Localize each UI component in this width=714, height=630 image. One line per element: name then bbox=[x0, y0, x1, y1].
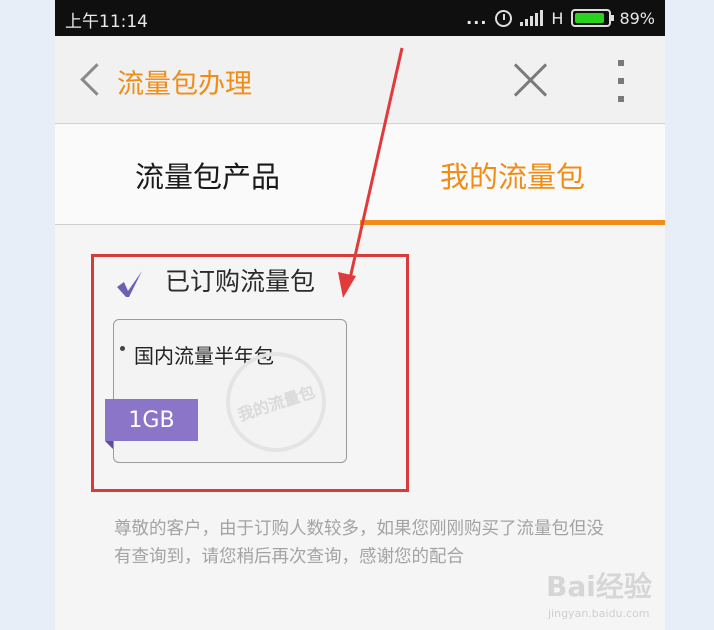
stamp-watermark: 我的流量包 bbox=[226, 352, 326, 452]
watermark-site: jingyan.baidu.com bbox=[548, 607, 650, 620]
badge-fold bbox=[105, 441, 113, 449]
back-button[interactable] bbox=[77, 62, 107, 98]
baidu-watermark: Bai经验 jingyan.baidu.com bbox=[546, 565, 706, 625]
checkmark-icon bbox=[117, 271, 142, 297]
alarm-icon bbox=[495, 9, 513, 27]
status-icons: ... H 89% bbox=[466, 6, 655, 30]
more-options-button[interactable] bbox=[615, 60, 627, 102]
package-size-badge: 1GB bbox=[105, 399, 198, 441]
bullet-icon bbox=[120, 346, 125, 351]
battery-icon bbox=[571, 9, 615, 27]
tab-products[interactable]: 流量包产品 bbox=[55, 125, 360, 225]
watermark-logo: Bai经验 bbox=[546, 570, 652, 603]
status-bar: 上午11:14 ... H 89% bbox=[55, 0, 665, 36]
close-button[interactable] bbox=[511, 60, 551, 100]
status-time: 上午11:14 bbox=[65, 12, 148, 32]
stamp-text: 我的流量包 bbox=[235, 382, 318, 425]
tab-bar: 流量包产品 我的流量包 bbox=[55, 125, 665, 225]
tab-my-packages[interactable]: 我的流量包 bbox=[360, 125, 665, 225]
notification-dots-icon: ... bbox=[466, 8, 488, 28]
network-type: H bbox=[551, 8, 564, 28]
page-title: 流量包办理 bbox=[117, 69, 252, 100]
package-card[interactable]: 国内流量半年包 我的流量包 bbox=[113, 319, 347, 463]
notice-text: 尊敬的客户，由于订购人数较多，如果您刚刚购买了流量包但没有查询到，请您稍后再次查… bbox=[114, 519, 604, 567]
app-bar: 流量包办理 bbox=[55, 36, 665, 124]
signal-icon bbox=[520, 10, 544, 26]
section-title: 已订购流量包 bbox=[165, 267, 316, 296]
battery-percent: 89% bbox=[619, 8, 655, 28]
phone-screen: 上午11:14 ... H 89% 流量包办理 流量包产品 我的流量包 已订购流… bbox=[55, 0, 665, 630]
